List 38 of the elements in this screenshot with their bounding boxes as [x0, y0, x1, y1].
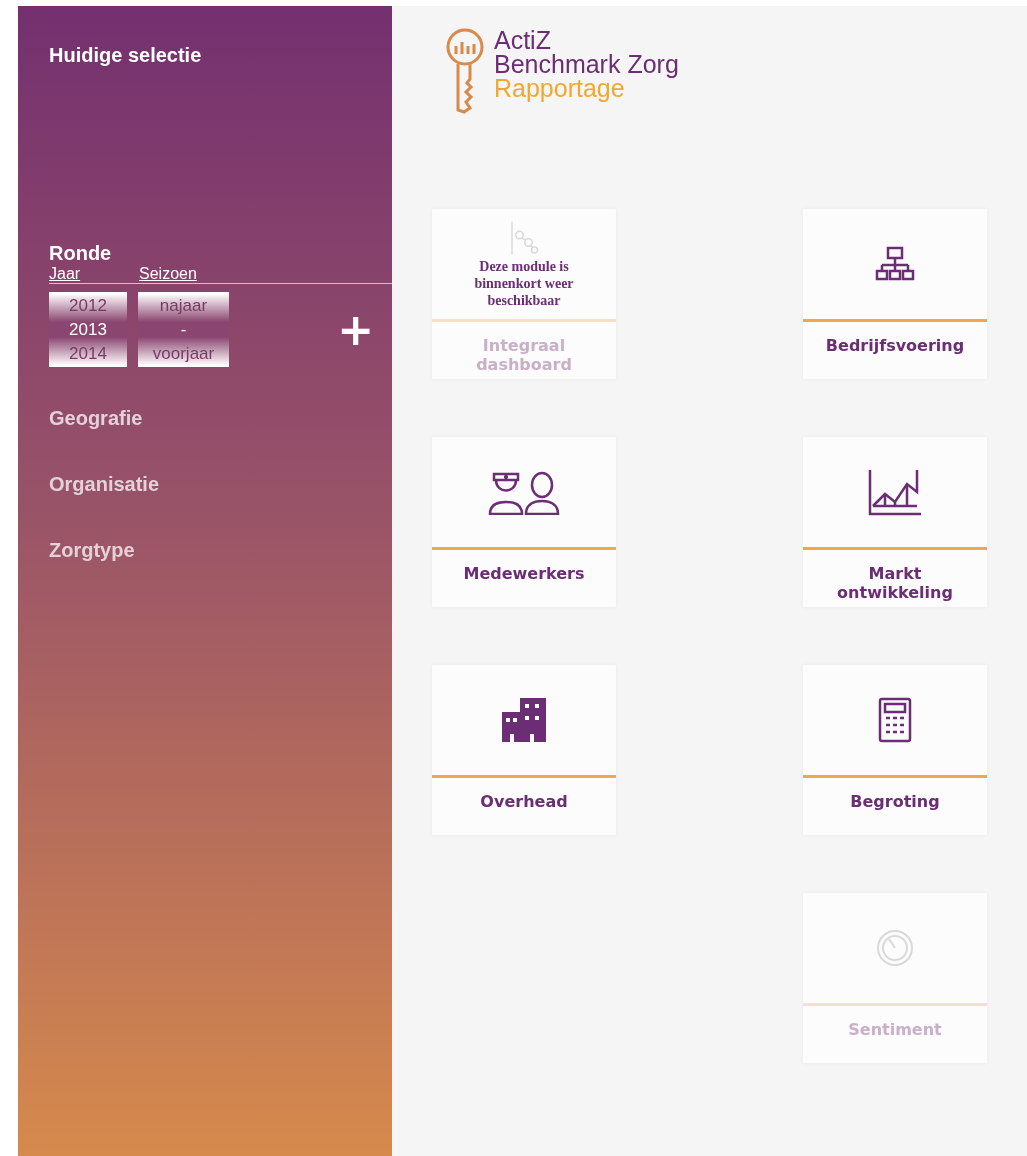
module-label: Overhead	[479, 791, 569, 813]
logo-text: ActiZ	[494, 28, 552, 52]
module-tile[interactable]: Begroting	[803, 665, 987, 835]
network-chart-icon	[509, 219, 539, 256]
sidebar-title: Huidige selectie	[49, 44, 203, 67]
picker-option[interactable]: voorjaar	[152, 341, 215, 366]
gauge-icon	[875, 928, 915, 968]
unavailable-notice: Deze module is binnenkort weer beschikbaar	[473, 257, 575, 309]
module-label: Medewerkers	[462, 563, 586, 585]
building-icon	[500, 696, 548, 744]
picker-option[interactable]: najaar	[159, 293, 208, 318]
column-label: Seizoen	[139, 265, 198, 283]
module-tile[interactable]: Medewerkers	[432, 437, 616, 607]
column-label: Jaar	[49, 265, 82, 283]
key-logo-icon	[444, 28, 486, 114]
module-label: Markt ontwikkeling	[836, 563, 954, 604]
module-label: Bedrijfsvoering	[824, 335, 966, 357]
scroll-picker[interactable]: 2012 2013 2014	[49, 292, 127, 367]
filter-section-header[interactable]: Zorgtype	[49, 539, 135, 562]
filter-section-header[interactable]: Organisatie	[49, 473, 160, 496]
calculator-icon	[877, 697, 913, 743]
add-button[interactable]: +	[333, 307, 378, 352]
logo-text: Rapportage	[494, 76, 626, 100]
module-tile[interactable]: Markt ontwikkeling	[803, 437, 987, 607]
module-tile[interactable]: Overhead	[432, 665, 616, 835]
module-label: Begroting	[849, 791, 941, 813]
picker-option[interactable]: -	[180, 317, 187, 342]
filter-section-header[interactable]: Geografie	[49, 407, 143, 430]
scroll-picker[interactable]: najaar - voorjaar	[138, 292, 229, 367]
filter-section-header[interactable]: Ronde	[49, 242, 112, 265]
picker-option[interactable]: 2012	[69, 293, 107, 318]
module-label: Sentiment	[847, 1019, 943, 1041]
module-label: Integraal dashboard	[475, 335, 573, 376]
chart-icon	[867, 468, 923, 516]
picker-option[interactable]: 2013	[69, 317, 107, 342]
module-tile[interactable]: Bedrijfsvoering	[803, 209, 987, 379]
picker-option[interactable]: 2014	[69, 341, 107, 366]
logo-text: Benchmark Zorg	[494, 52, 679, 76]
